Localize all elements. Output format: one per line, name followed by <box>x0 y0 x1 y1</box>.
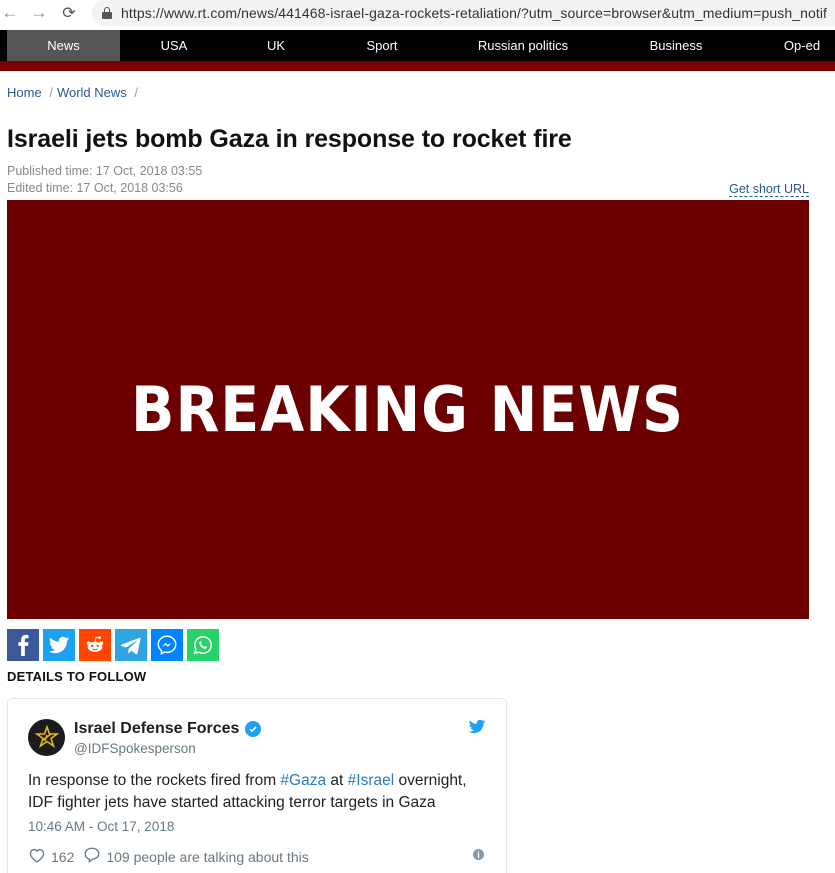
twitter-bird-icon[interactable] <box>468 719 486 740</box>
twitter-share-button[interactable] <box>43 629 75 661</box>
tweet-author-name[interactable]: Israel Defense Forces <box>74 720 239 738</box>
talking-count[interactable]: 109 people are talking about this <box>106 849 308 865</box>
tweet-timestamp[interactable]: 10:46 AM - Oct 17, 2018 <box>28 819 174 834</box>
details-to-follow: DETAILS TO FOLLOW <box>7 669 147 684</box>
breadcrumb-home[interactable]: Home <box>7 85 42 100</box>
tweet-handle[interactable]: @IDFSpokesperson <box>74 741 196 756</box>
back-arrow-icon[interactable]: ← <box>0 2 20 24</box>
nav-item-usa[interactable]: USA <box>140 30 208 61</box>
breadcrumb: Home / World News / <box>7 85 142 100</box>
tweet-text: In response to the rockets fired from #G… <box>28 770 488 814</box>
nav-item-news[interactable]: News <box>7 30 120 61</box>
share-bar <box>7 629 219 661</box>
twitter-icon <box>48 636 70 654</box>
hashtag-israel[interactable]: #Israel <box>348 772 395 789</box>
messenger-share-button[interactable] <box>151 629 183 661</box>
accent-bar <box>0 61 835 71</box>
hero-image: BREAKING NEWS <box>7 200 809 619</box>
idf-emblem-icon <box>34 724 59 748</box>
hero-breaking-news-text: BREAKING NEWS <box>131 373 685 446</box>
info-icon[interactable]: i <box>473 849 484 860</box>
published-time: Published time: 17 Oct, 2018 03:55 <box>7 164 203 178</box>
breadcrumb-separator: / <box>134 85 139 100</box>
embedded-tweet[interactable]: Israel Defense Forces @IDFSpokesperson I… <box>7 698 507 873</box>
idf-avatar[interactable] <box>28 719 65 756</box>
address-bar[interactable]: https://www.rt.com/news/441468-israel-ga… <box>92 0 835 26</box>
url-text[interactable]: https://www.rt.com/news/441468-israel-ga… <box>121 5 827 21</box>
edited-time: Edited time: 17 Oct, 2018 03:56 <box>7 181 183 195</box>
facebook-icon <box>18 634 29 656</box>
article-title: Israeli jets bomb Gaza in response to ro… <box>7 125 572 153</box>
lock-icon <box>102 7 112 19</box>
whatsapp-share-button[interactable] <box>187 629 219 661</box>
nav-item-russian-politics[interactable]: Russian politics <box>468 30 578 61</box>
nav-item-op-ed[interactable]: Op-ed <box>774 30 830 61</box>
forward-arrow-icon[interactable]: → <box>28 2 50 24</box>
site-nav: News USA UK Sport Russian politics Busin… <box>0 30 835 61</box>
breadcrumb-separator: / <box>49 85 53 100</box>
whatsapp-icon <box>193 636 212 655</box>
nav-item-business[interactable]: Business <box>640 30 712 61</box>
reddit-icon <box>86 636 104 652</box>
nav-item-sport[interactable]: Sport <box>352 30 412 61</box>
tweet-text-part: In response to the rockets fired from <box>28 772 281 789</box>
browser-toolbar: ← → ⟳ https://www.rt.com/news/441468-isr… <box>0 0 835 26</box>
tweet-author[interactable]: Israel Defense Forces <box>74 720 262 738</box>
get-short-url-link[interactable]: Get short URL <box>729 182 809 197</box>
tweet-actions: 162 109 people are talking about this <box>28 846 309 867</box>
heart-icon[interactable] <box>28 847 46 866</box>
hashtag-gaza[interactable]: #Gaza <box>280 772 326 789</box>
nav-item-uk[interactable]: UK <box>250 30 302 61</box>
telegram-icon <box>120 637 141 655</box>
telegram-share-button[interactable] <box>115 629 147 661</box>
reload-icon[interactable]: ⟳ <box>58 2 80 24</box>
reply-bubble-icon[interactable] <box>83 846 101 867</box>
messenger-icon <box>157 635 177 655</box>
tweet-text-part: at <box>326 772 348 789</box>
reddit-share-button[interactable] <box>79 629 111 661</box>
facebook-share-button[interactable] <box>7 629 39 661</box>
breadcrumb-world-news[interactable]: World News <box>57 85 127 100</box>
verified-badge-icon <box>245 721 262 737</box>
like-count[interactable]: 162 <box>51 849 74 865</box>
